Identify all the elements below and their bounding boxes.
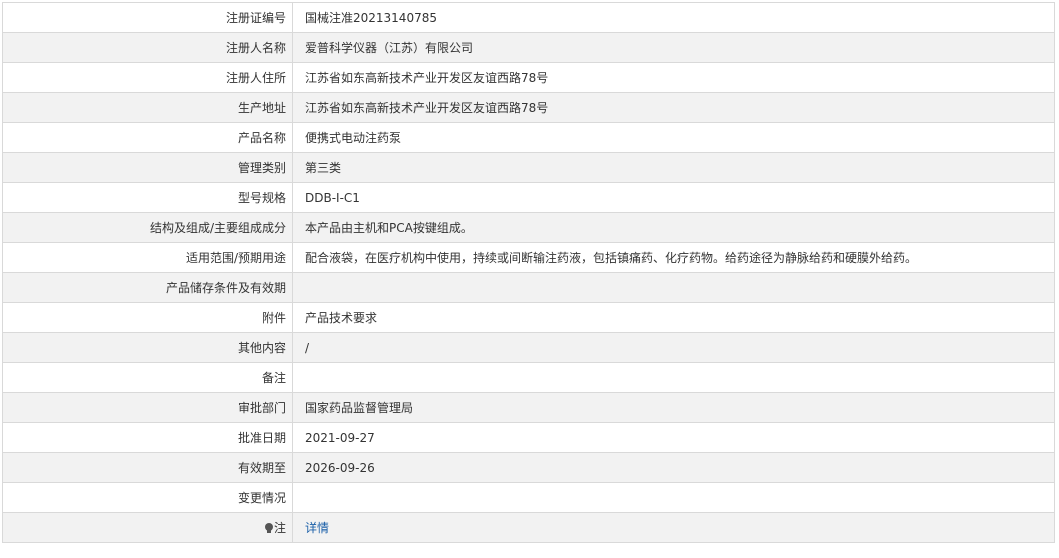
lightbulb-icon xyxy=(264,523,273,533)
field-value: 产品技术要求 xyxy=(292,302,1055,333)
table-row: 有效期至 2026-09-26 xyxy=(2,452,1055,483)
field-value: 爱普科学仪器（江苏）有限公司 xyxy=(292,32,1055,63)
field-label: 产品储存条件及有效期 xyxy=(2,272,293,303)
field-value xyxy=(292,272,1055,303)
table-row: 备注 xyxy=(2,362,1055,393)
table-row: 产品储存条件及有效期 xyxy=(2,272,1055,303)
field-value: 江苏省如东高新技术产业开发区友谊西路78号 xyxy=(292,62,1055,93)
field-label: 注册人住所 xyxy=(2,62,293,93)
field-label: 管理类别 xyxy=(2,152,293,183)
field-label: 变更情况 xyxy=(2,482,293,513)
field-value: 2021-09-27 xyxy=(292,422,1055,453)
registration-detail-table: 注册证编号 国械注准20213140785 注册人名称 爱普科学仪器（江苏）有限… xyxy=(2,2,1055,543)
field-label: 其他内容 xyxy=(2,332,293,363)
field-value xyxy=(292,482,1055,513)
table-row: 其他内容 / xyxy=(2,332,1055,363)
table-row: 注册证编号 国械注准20213140785 xyxy=(2,2,1055,33)
field-label: 审批部门 xyxy=(2,392,293,423)
field-value: 江苏省如东高新技术产业开发区友谊西路78号 xyxy=(292,92,1055,123)
table-row: 型号规格 DDB-Ⅰ-C1 xyxy=(2,182,1055,213)
field-label: 生产地址 xyxy=(2,92,293,123)
table-row: 变更情况 xyxy=(2,482,1055,513)
table-row: 注册人名称 爱普科学仪器（江苏）有限公司 xyxy=(2,32,1055,63)
note-label-cell: 注 xyxy=(2,512,293,543)
field-label: 附件 xyxy=(2,302,293,333)
field-value: 配合液袋，在医疗机构中使用，持续或间断输注药液，包括镇痛药、化疗药物。给药途径为… xyxy=(292,242,1055,273)
field-value: 本产品由主机和PCA按键组成。 xyxy=(292,212,1055,243)
field-label: 结构及组成/主要组成成分 xyxy=(2,212,293,243)
table-row: 适用范围/预期用途 配合液袋，在医疗机构中使用，持续或间断输注药液，包括镇痛药、… xyxy=(2,242,1055,273)
field-value: DDB-Ⅰ-C1 xyxy=(292,182,1055,213)
field-label: 适用范围/预期用途 xyxy=(2,242,293,273)
table-row: 结构及组成/主要组成成分 本产品由主机和PCA按键组成。 xyxy=(2,212,1055,243)
field-label: 产品名称 xyxy=(2,122,293,153)
field-value: 国家药品监督管理局 xyxy=(292,392,1055,423)
table-row: 生产地址 江苏省如东高新技术产业开发区友谊西路78号 xyxy=(2,92,1055,123)
field-label: 型号规格 xyxy=(2,182,293,213)
field-value xyxy=(292,362,1055,393)
table-row: 审批部门 国家药品监督管理局 xyxy=(2,392,1055,423)
note-row: 注 详情 xyxy=(2,512,1055,543)
field-value: 第三类 xyxy=(292,152,1055,183)
note-value-cell: 详情 xyxy=(292,512,1055,543)
field-label: 批准日期 xyxy=(2,422,293,453)
field-value: 2026-09-26 xyxy=(292,452,1055,483)
field-label: 备注 xyxy=(2,362,293,393)
table-row: 注册人住所 江苏省如东高新技术产业开发区友谊西路78号 xyxy=(2,62,1055,93)
table-row: 批准日期 2021-09-27 xyxy=(2,422,1055,453)
table-row: 产品名称 便携式电动注药泵 xyxy=(2,122,1055,153)
field-value: / xyxy=(292,332,1055,363)
field-value: 便携式电动注药泵 xyxy=(292,122,1055,153)
table-row: 附件 产品技术要求 xyxy=(2,302,1055,333)
note-label: 注 xyxy=(273,521,286,535)
field-label: 注册人名称 xyxy=(2,32,293,63)
table-row: 管理类别 第三类 xyxy=(2,152,1055,183)
field-label: 注册证编号 xyxy=(2,2,293,33)
details-link[interactable]: 详情 xyxy=(305,521,329,535)
field-value: 国械注准20213140785 xyxy=(292,2,1055,33)
field-label: 有效期至 xyxy=(2,452,293,483)
